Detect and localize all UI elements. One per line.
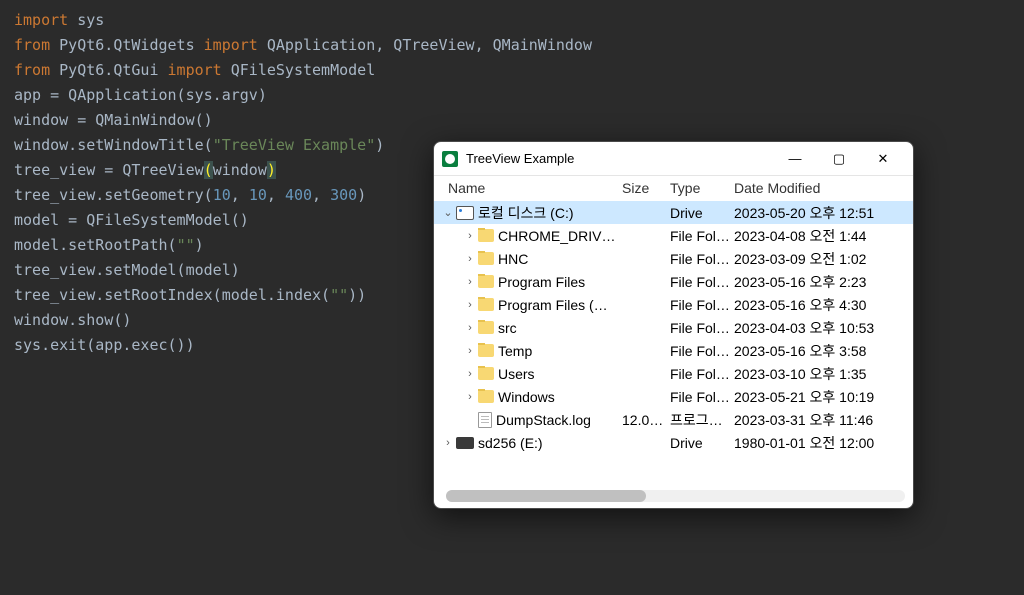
- row-date: 2023-05-16 오후 4:30: [734, 295, 913, 315]
- row-type: File Fol…: [670, 297, 734, 313]
- app-icon: [442, 151, 458, 167]
- expander-icon[interactable]: ›: [462, 230, 478, 242]
- code-line[interactable]: app = QApplication(sys.argv): [14, 83, 1010, 108]
- expander-icon[interactable]: ⌄: [440, 206, 456, 219]
- folder-icon: [478, 321, 494, 334]
- row-type: File Fol…: [670, 274, 734, 290]
- header-name[interactable]: Name: [448, 180, 622, 196]
- column-headers[interactable]: Name Size Type Date Modified: [434, 176, 913, 201]
- row-name: 로컬 디스크 (C:): [478, 203, 574, 223]
- row-type: File Fol…: [670, 320, 734, 336]
- expander-icon[interactable]: ›: [462, 299, 478, 311]
- row-type: Drive: [670, 435, 734, 451]
- tree-row[interactable]: › CHROME_DRIV… File Fol…2023-04-08 오전 1:44: [434, 224, 913, 247]
- file-icon: [478, 412, 492, 428]
- row-name: Temp: [498, 343, 532, 359]
- folder-icon: [478, 367, 494, 380]
- tree-row[interactable]: DumpStack.log 12.00 …프로그…2023-03-31 오후 11…: [434, 408, 913, 431]
- row-date: 2023-05-16 오후 2:23: [734, 272, 913, 292]
- tree-row[interactable]: › Program Files File Fol…2023-05-16 오후 2:2…: [434, 270, 913, 293]
- folder-icon: [478, 229, 494, 242]
- drive-icon: [456, 206, 474, 220]
- tree-row[interactable]: › HNC File Fol…2023-03-09 오전 1:02: [434, 247, 913, 270]
- expander-icon[interactable]: ›: [462, 345, 478, 357]
- code-line[interactable]: from PyQt6.QtGui import QFileSystemModel: [14, 58, 1010, 83]
- tree-row[interactable]: › Users File Fol…2023-03-10 오후 1:35: [434, 362, 913, 385]
- row-type: Drive: [670, 205, 734, 221]
- row-date: 2023-04-08 오전 1:44: [734, 226, 913, 246]
- header-type[interactable]: Type: [670, 180, 734, 196]
- row-name: Program Files (…: [498, 297, 608, 313]
- folder-icon: [478, 344, 494, 357]
- maximize-button[interactable]: ▢: [817, 142, 861, 175]
- row-date: 2023-05-21 오후 10:19: [734, 387, 913, 407]
- row-type: File Fol…: [670, 228, 734, 244]
- row-name: Program Files: [498, 274, 585, 290]
- header-size[interactable]: Size: [622, 180, 670, 196]
- expander-icon[interactable]: ›: [462, 253, 478, 265]
- row-name: HNC: [498, 251, 528, 267]
- row-date: 2023-04-03 오후 10:53: [734, 318, 913, 338]
- tree-row[interactable]: › Temp File Fol…2023-05-16 오후 3:58: [434, 339, 913, 362]
- code-line[interactable]: window = QMainWindow(): [14, 108, 1010, 133]
- row-type: File Fol…: [670, 389, 734, 405]
- folder-icon: [478, 252, 494, 265]
- window-title: TreeView Example: [466, 151, 773, 166]
- row-name: sd256 (E:): [478, 435, 543, 451]
- code-line[interactable]: from PyQt6.QtWidgets import QApplication…: [14, 33, 1010, 58]
- folder-icon: [478, 298, 494, 311]
- row-date: 1980-01-01 오전 12:00: [734, 433, 913, 453]
- row-type: File Fol…: [670, 366, 734, 382]
- folder-icon: [478, 390, 494, 403]
- row-type: File Fol…: [670, 343, 734, 359]
- horizontal-scrollbar[interactable]: [446, 490, 905, 502]
- expander-icon[interactable]: ›: [462, 276, 478, 288]
- row-name: DumpStack.log: [496, 412, 591, 428]
- tree-row[interactable]: › Windows File Fol…2023-05-21 오후 10:19: [434, 385, 913, 408]
- row-date: 2023-03-10 오후 1:35: [734, 364, 913, 384]
- row-type: 프로그…: [670, 410, 734, 430]
- scrollbar-thumb[interactable]: [446, 490, 646, 502]
- row-name: Windows: [498, 389, 555, 405]
- row-date: 2023-03-31 오후 11:46: [734, 410, 913, 430]
- code-line[interactable]: import sys: [14, 8, 1010, 33]
- tree-row[interactable]: › Program Files (… File Fol…2023-05-16 오후 …: [434, 293, 913, 316]
- row-name: src: [498, 320, 517, 336]
- row-date: 2023-05-16 오후 3:58: [734, 341, 913, 361]
- window-titlebar[interactable]: TreeView Example — ▢ ✕: [434, 142, 913, 176]
- minimize-button[interactable]: —: [773, 142, 817, 175]
- expander-icon[interactable]: ›: [440, 437, 456, 449]
- row-size: 12.00 …: [622, 412, 670, 428]
- row-type: File Fol…: [670, 251, 734, 267]
- row-date: 2023-03-09 오전 1:02: [734, 249, 913, 269]
- expander-icon[interactable]: ›: [462, 391, 478, 403]
- expander-icon[interactable]: ›: [462, 322, 478, 334]
- drivedark-icon: [456, 437, 474, 449]
- tree-view[interactable]: Name Size Type Date Modified ⌄ 로컬 디스크 (C:…: [434, 176, 913, 508]
- header-date[interactable]: Date Modified: [734, 180, 913, 196]
- folder-icon: [478, 275, 494, 288]
- tree-row[interactable]: › src File Fol…2023-04-03 오후 10:53: [434, 316, 913, 339]
- tree-row[interactable]: › sd256 (E:) Drive1980-01-01 오전 12:00: [434, 431, 913, 454]
- expander-icon[interactable]: ›: [462, 368, 478, 380]
- row-name: Users: [498, 366, 535, 382]
- treeview-window: TreeView Example — ▢ ✕ Name Size Type Da…: [433, 141, 914, 509]
- row-date: 2023-05-20 오후 12:51: [734, 203, 913, 223]
- row-name: CHROME_DRIV…: [498, 228, 615, 244]
- close-button[interactable]: ✕: [861, 142, 905, 175]
- tree-row[interactable]: ⌄ 로컬 디스크 (C:) Drive2023-05-20 오후 12:51: [434, 201, 913, 224]
